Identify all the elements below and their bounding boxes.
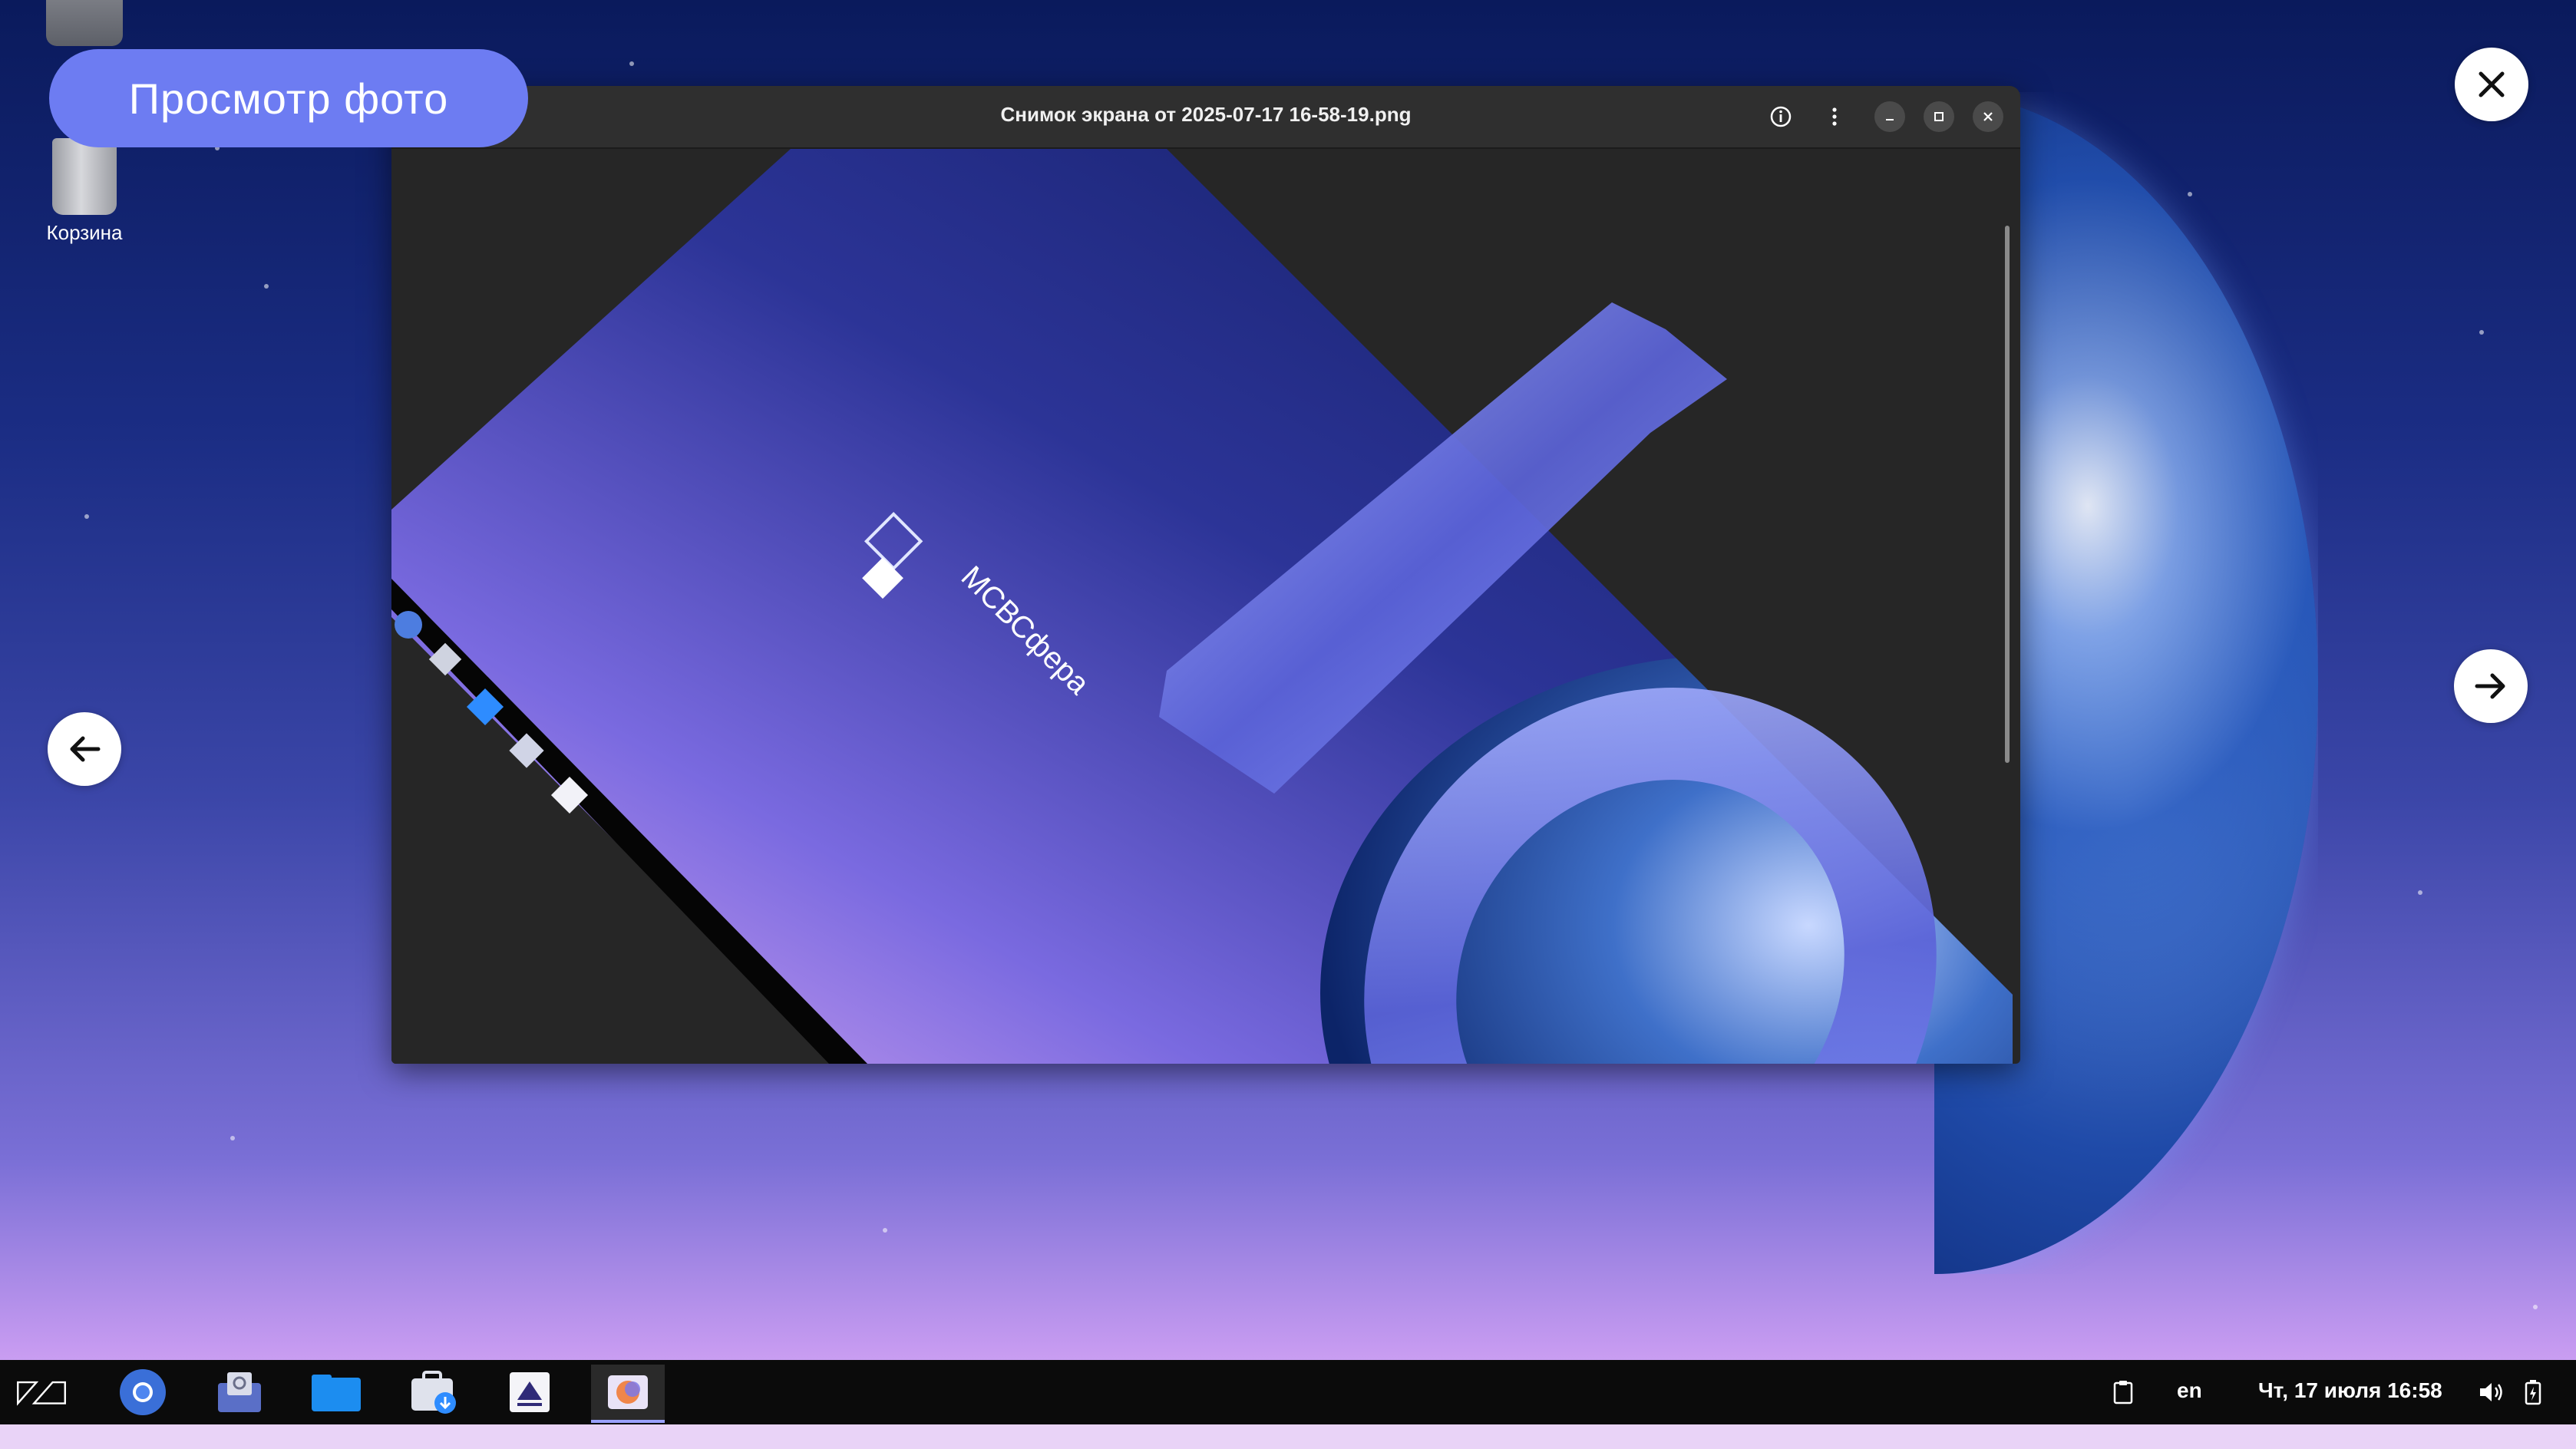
star — [629, 61, 634, 66]
screenshot-image: МСВСфера — [391, 149, 2013, 1064]
star — [2479, 330, 2484, 335]
trash-icon — [52, 138, 117, 215]
window-titlebar[interactable]: Снимок экрана от 2025-07-17 16-58-19.png — [391, 86, 2020, 149]
star — [2418, 890, 2422, 895]
menu-button[interactable] — [1819, 101, 1850, 132]
star — [264, 284, 269, 289]
taskbar-software-center[interactable] — [407, 1368, 459, 1417]
next-image-button[interactable] — [2454, 649, 2528, 723]
battery-button[interactable] — [2510, 1368, 2556, 1417]
volume-icon — [2480, 1383, 2502, 1401]
clock[interactable]: Чт, 17 июля 16:58 — [2258, 1378, 2442, 1403]
window-close-button[interactable] — [1973, 101, 2003, 132]
app-name-label: Просмотр фото — [49, 49, 528, 147]
desktop-icon-label: Корзина — [46, 221, 123, 244]
menu-icon — [1832, 107, 1837, 126]
home-folder-icon — [46, 0, 123, 46]
desktop-icon-trash[interactable]: Корзина — [23, 138, 146, 245]
displayed-image[interactable]: МСВСфера — [391, 149, 2013, 1064]
star — [2188, 192, 2192, 196]
maximize-button[interactable] — [1924, 101, 1954, 132]
battery-icon — [2525, 1380, 2541, 1405]
arrow-right-icon — [2475, 673, 2505, 699]
info-icon — [1770, 106, 1792, 127]
chromium-icon — [120, 1369, 166, 1415]
software-center-icon — [411, 1371, 456, 1414]
taskbar-files[interactable] — [310, 1368, 362, 1417]
volume-button[interactable] — [2469, 1368, 2515, 1417]
minimize-button[interactable] — [1874, 101, 1905, 132]
close-viewer-button[interactable] — [2455, 48, 2528, 121]
photo-viewer-window: Снимок экрана от 2025-07-17 16-58-19.png — [391, 86, 2020, 1064]
info-button[interactable] — [1765, 101, 1796, 132]
taskbar-mail[interactable] — [213, 1368, 266, 1417]
star — [230, 1136, 235, 1140]
mail-icon — [218, 1372, 261, 1412]
arrow-left-icon — [70, 736, 101, 762]
close-icon — [2479, 71, 2505, 97]
previous-image-button[interactable] — [48, 712, 121, 786]
close-icon — [1983, 112, 1993, 121]
photo-viewer-icon — [608, 1375, 648, 1409]
taskbar-bottom-edge — [0, 1424, 2576, 1449]
star — [2533, 1305, 2538, 1309]
clipboard-icon — [2113, 1381, 2133, 1404]
maximize-icon — [1934, 112, 1944, 121]
taskbar: en Чт, 17 июля 16:58 — [0, 1360, 2576, 1424]
files-icon — [312, 1375, 361, 1411]
document-viewer-icon — [510, 1372, 550, 1412]
minimize-icon — [1886, 119, 1894, 120]
launcher-button[interactable] — [15, 1368, 68, 1417]
star — [84, 514, 89, 519]
clipboard-button[interactable] — [2100, 1368, 2146, 1417]
launcher-icon — [17, 1381, 66, 1406]
taskbar-photo-viewer[interactable] — [591, 1365, 665, 1423]
taskbar-browser[interactable] — [117, 1368, 169, 1417]
keyboard-layout-indicator[interactable]: en — [2177, 1378, 2202, 1403]
taskbar-document-viewer[interactable] — [504, 1368, 556, 1417]
star — [883, 1228, 887, 1233]
vertical-scrollbar[interactable] — [2005, 226, 2010, 763]
